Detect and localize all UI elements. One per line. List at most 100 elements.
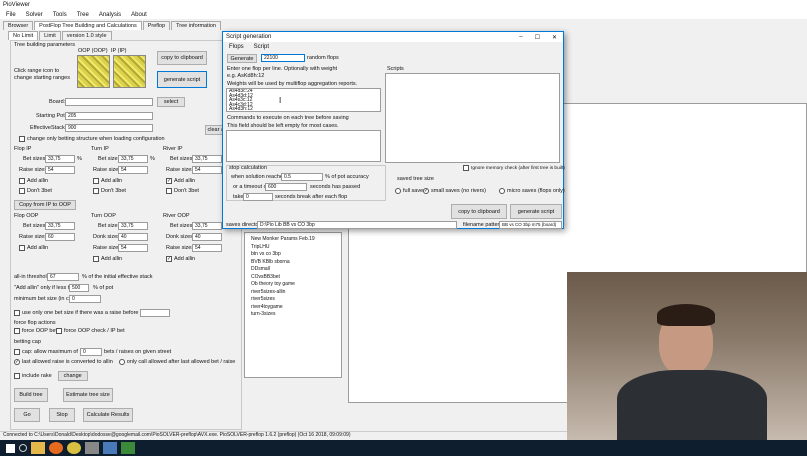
- turn-oop-raise-input[interactable]: 54: [118, 244, 148, 252]
- chrome-icon[interactable]: [67, 442, 81, 454]
- ip-range-icon[interactable]: [113, 55, 146, 88]
- tab-postflop[interactable]: PostFlop Tree Building and Calculations: [34, 21, 142, 30]
- change-rake-button[interactable]: change: [57, 371, 88, 381]
- starting-pot-input[interactable]: 205: [65, 112, 153, 120]
- cap-input[interactable]: 0: [79, 348, 102, 356]
- force-oop-check-row[interactable]: force OOP check / IP bet: [56, 328, 125, 334]
- river-ip-allin-checkbox[interactable]: [166, 178, 172, 184]
- menu-about[interactable]: About: [131, 12, 147, 18]
- flops-textarea[interactable]: As4d3c:24 As4d3d:12 As4s3c:12 As4c3d:12 …: [226, 88, 381, 112]
- river-ip-raise-input[interactable]: 54: [192, 166, 222, 174]
- go-button[interactable]: Go: [14, 408, 40, 422]
- use-one-bet-row[interactable]: use only one bet size if there was a rai…: [14, 309, 171, 317]
- tree-list[interactable]: New Monker Params Feb.19 TripLHU btn vs …: [244, 232, 342, 378]
- commands-textarea[interactable]: [226, 130, 381, 162]
- river-oop-donk-input[interactable]: 40: [192, 233, 222, 241]
- generate-flops-button[interactable]: Generate: [227, 54, 257, 63]
- min-bet-input[interactable]: 0: [69, 295, 101, 303]
- copy-ip-oop-button[interactable]: Copy from IP to OOP: [14, 200, 76, 210]
- mail-icon[interactable]: [103, 442, 117, 454]
- menu-file[interactable]: File: [6, 12, 16, 18]
- flop-ip-raise-input[interactable]: 54: [45, 166, 75, 174]
- change-only-betting-row[interactable]: change only betting structure when loadi…: [19, 136, 165, 142]
- last-allowed-row[interactable]: last allowed raise is converted to allin…: [14, 359, 235, 365]
- river-ip-bet-input[interactable]: 33,75: [192, 155, 222, 163]
- flop-ip-bet-input[interactable]: 33,75: [45, 155, 75, 163]
- turn-oop-bet-input[interactable]: 33,75: [118, 222, 148, 230]
- flop-ip-allin-row[interactable]: Add allin: [19, 178, 48, 184]
- scripts-textarea[interactable]: [385, 73, 560, 163]
- tree-item[interactable]: btn vs co 3bp: [251, 251, 335, 259]
- search-icon[interactable]: [19, 444, 27, 452]
- flop-oop-bet-input[interactable]: 33,75: [45, 222, 75, 230]
- close-icon[interactable]: ✕: [552, 34, 557, 41]
- tree-item[interactable]: DDsmall: [251, 266, 335, 274]
- timeout-input[interactable]: 600: [265, 183, 307, 191]
- cap-checkbox[interactable]: [14, 349, 20, 355]
- river-oop-allin-checkbox[interactable]: [166, 256, 172, 262]
- force-oop-bet-checkbox[interactable]: [14, 328, 20, 334]
- tree-item[interactable]: COvsBB3bet: [251, 274, 335, 282]
- windows-start-icon[interactable]: [6, 443, 15, 453]
- tree-item[interactable]: river5sizes: [251, 296, 335, 304]
- only-call-radio[interactable]: [118, 359, 125, 365]
- saves-dir-input[interactable]: D:\Pio Lib BB vs CO 3bp: [257, 221, 457, 229]
- include-rake-checkbox[interactable]: [14, 373, 20, 379]
- tree-item[interactable]: Ob theory toy game: [251, 281, 335, 289]
- build-tree-button[interactable]: Build tree: [14, 388, 48, 402]
- river-ip-allin-row[interactable]: Add allin: [166, 178, 195, 184]
- full-saves-row[interactable]: full saves: [395, 188, 426, 194]
- pio-icon[interactable]: [121, 442, 135, 454]
- flop-ip-3bet-row[interactable]: Don't 3bet: [19, 188, 52, 194]
- turn-oop-donk-input[interactable]: 40: [118, 233, 148, 241]
- menu-tree[interactable]: Tree: [77, 12, 89, 18]
- allin-threshold-input[interactable]: 67: [47, 273, 79, 281]
- micro-saves-radio[interactable]: [499, 188, 505, 194]
- use-one-bet-checkbox[interactable]: [14, 310, 20, 316]
- menu-tools[interactable]: Tools: [53, 12, 67, 18]
- turn-ip-allin-row[interactable]: Add allin: [93, 178, 122, 184]
- turn-oop-allin-checkbox[interactable]: [93, 256, 99, 262]
- accuracy-input[interactable]: 0.5: [281, 173, 323, 181]
- river-ip-3bet-checkbox[interactable]: [166, 188, 172, 194]
- force-oop-bet-row[interactable]: force OOP bet: [14, 328, 57, 334]
- filename-input[interactable]: BB vs CO 3bp m75 (board): [499, 221, 562, 229]
- last-allowed-radio[interactable]: [14, 359, 20, 365]
- use-one-bet-input[interactable]: [140, 309, 171, 317]
- explorer-icon[interactable]: [31, 442, 45, 454]
- firefox-icon[interactable]: [49, 442, 63, 454]
- maximize-icon[interactable]: ☐: [535, 34, 540, 41]
- river-oop-raise-input[interactable]: 54: [192, 244, 222, 252]
- turn-ip-3bet-checkbox[interactable]: [93, 188, 99, 194]
- river-oop-bet-input[interactable]: 33,75: [192, 222, 222, 230]
- take-input[interactable]: 0: [243, 193, 273, 201]
- micro-saves-row[interactable]: micro saves (flops only): [499, 188, 565, 194]
- app-icon[interactable]: [85, 442, 99, 454]
- ignore-memory-row[interactable]: Ignore memory check (after first tree is…: [463, 165, 565, 171]
- small-saves-radio[interactable]: [423, 188, 429, 194]
- flop-count-input[interactable]: 22100: [261, 54, 305, 62]
- turn-ip-bet-input[interactable]: 33,75: [118, 155, 148, 163]
- add-allin-only-input[interactable]: 500: [69, 284, 89, 292]
- turn-oop-allin-row[interactable]: Add allin: [93, 256, 122, 262]
- turn-ip-allin-checkbox[interactable]: [93, 178, 99, 184]
- ignore-memory-checkbox[interactable]: [463, 165, 469, 171]
- dialog-copy-clipboard-button[interactable]: copy to clipboard: [451, 204, 507, 219]
- tab-tree-info[interactable]: Tree information: [171, 21, 221, 30]
- change-only-betting-checkbox[interactable]: [19, 136, 25, 142]
- select-board-button[interactable]: select: [157, 97, 185, 107]
- tab-browser[interactable]: Browser: [3, 21, 34, 30]
- oop-range-icon[interactable]: [77, 55, 110, 88]
- menu-solver[interactable]: Solver: [26, 12, 43, 18]
- generate-script-button[interactable]: generate script: [157, 71, 207, 88]
- flop-ip-allin-checkbox[interactable]: [19, 178, 25, 184]
- force-oop-check-checkbox[interactable]: [56, 328, 62, 334]
- flop-oop-allin-checkbox[interactable]: [19, 245, 25, 251]
- tree-item[interactable]: New Monker Params Feb.19: [251, 236, 335, 244]
- turn-ip-raise-input[interactable]: 54: [118, 166, 148, 174]
- cap-row[interactable]: cap: allow maximum of 0 bets / raises on g…: [14, 348, 171, 356]
- subtab-v1[interactable]: version 1.0 style: [61, 31, 112, 40]
- river-ip-3bet-row[interactable]: Don't 3bet: [166, 188, 199, 194]
- full-saves-radio[interactable]: [395, 188, 401, 194]
- tree-item[interactable]: river5sizes-allin: [251, 289, 335, 297]
